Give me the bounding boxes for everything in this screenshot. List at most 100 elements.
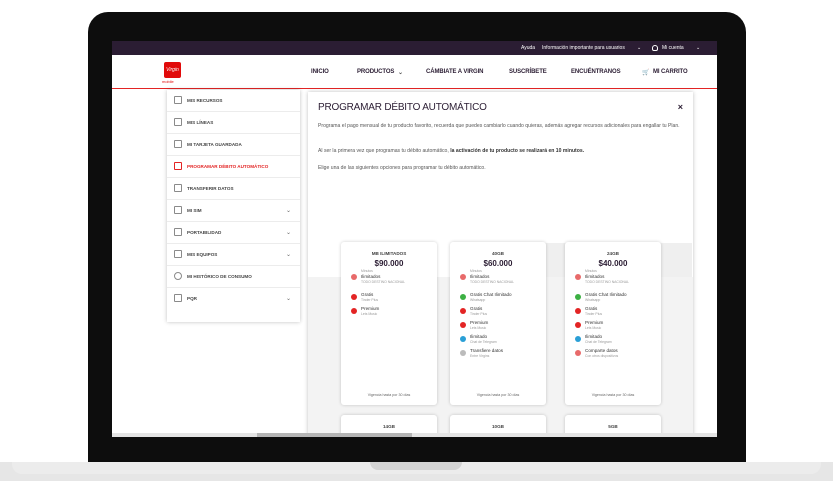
sidebar-item-label: MIS RECURSOS xyxy=(187,98,223,103)
sidebar-item-pqr[interactable]: PQR ⌄ xyxy=(167,288,300,310)
nav-productos[interactable]: PRODUCTOS xyxy=(357,69,394,75)
feature-tinder: Gratis Tinder Plus xyxy=(460,306,540,320)
sidebar-item-portabilidad[interactable]: PORTABILIDAD ⌄ xyxy=(167,222,300,244)
whatsapp-icon xyxy=(460,294,466,300)
plan-price: $60.000 xyxy=(483,259,513,268)
account-sidebar: MIS RECURSOS MIS LÍNEAS MI TARJETA GUARD… xyxy=(167,90,300,322)
telegram-icon xyxy=(460,336,466,342)
intro-text: Programa el pago mensual de tu producto … xyxy=(318,123,680,129)
nav-suscribete[interactable]: SUSCRÍBETE xyxy=(509,69,547,75)
nav-encuentranos[interactable]: ENCUÉNTRANOS xyxy=(571,69,621,75)
scrollbar-thumb[interactable] xyxy=(257,433,412,437)
help-link[interactable]: Ayuda xyxy=(521,45,535,51)
validity-text: Vigencia hasta por 30 días xyxy=(476,393,520,397)
account-chevron-icon: ⌄ xyxy=(696,45,701,51)
laptop-notch xyxy=(370,462,462,470)
sidebar-item-equipos[interactable]: MIS EQUIPOS ⌄ xyxy=(167,244,300,266)
plan-card[interactable]: 24GB $40.000 Minutos Ilimitados TODO DES… xyxy=(565,242,661,405)
feature-music: Premium Lets Music xyxy=(351,306,431,320)
sidebar-item-label: MI HISTÓRICO DE CONSUMO xyxy=(187,274,252,279)
plan-name: 5GB xyxy=(608,424,618,429)
feature-telegram: Ilimitado Chat de Telegram xyxy=(460,334,540,348)
resources-icon xyxy=(174,96,182,104)
sidebar-item-label: MIS LÍNEAS xyxy=(187,120,214,125)
flame-icon xyxy=(460,308,466,314)
user-icon xyxy=(652,45,658,51)
sidebar-item-tarjeta[interactable]: MI TARJETA GUARDADA xyxy=(167,134,300,156)
cart-icon: 🛒 xyxy=(642,70,650,76)
validity-text: Vigencia hasta por 30 días xyxy=(591,393,635,397)
phone-icon xyxy=(460,274,466,280)
chevron-down-icon: ⌄ xyxy=(285,252,291,258)
virgin-logo[interactable]: Virgin xyxy=(164,62,181,78)
feature-minutes: Minutos Ilimitados TODO DESTINO NACIONAL xyxy=(575,269,655,286)
plan-card[interactable]: 40GB $60.000 Minutos Ilimitados TODO DES… xyxy=(450,242,546,405)
feature-share: Comparte datos Con otros dispositivos xyxy=(575,348,655,362)
top-utility-bar: Ayuda Información importante para usuari… xyxy=(112,41,717,55)
sidebar-item-transferir[interactable]: TRANSFERIR DATOS xyxy=(167,178,300,200)
plan-name: 40GB xyxy=(491,251,504,256)
sim-icon xyxy=(174,206,182,214)
feature-music: Premium Lets Music xyxy=(575,320,655,334)
choose-option-text: Elige una de las siguientes opciones par… xyxy=(318,165,486,171)
flame-icon xyxy=(575,308,581,314)
phone-icon xyxy=(575,274,581,280)
feature-tinder: Gratis Tinder Plus xyxy=(575,306,655,320)
plan-price: $90.000 xyxy=(374,259,404,268)
nav-inicio[interactable]: INICIO xyxy=(311,69,329,75)
browser-screen: Ayuda Información importante para usuari… xyxy=(112,41,717,437)
productos-chevron-icon: ⌄ xyxy=(398,70,403,76)
portability-icon xyxy=(174,228,182,236)
music-icon xyxy=(460,322,466,328)
sidebar-item-recursos[interactable]: MIS RECURSOS xyxy=(167,90,300,112)
feature-music: Premium Lets Music xyxy=(460,320,540,334)
share-icon xyxy=(575,350,581,356)
transfer-icon xyxy=(460,350,466,356)
nav-carrito[interactable]: MI CARRITO xyxy=(653,69,688,75)
feature-tinder: Gratis Tinder Plus xyxy=(351,292,431,306)
sidebar-item-label: MIS EQUIPOS xyxy=(187,252,218,257)
chevron-down-icon: ⌄ xyxy=(285,208,291,214)
sidebar-item-label: PROGRAMAR DÉBITO AUTOMÁTICO xyxy=(187,164,269,169)
sidebar-item-lineas[interactable]: MIS LÍNEAS xyxy=(167,112,300,134)
nav-cambiate[interactable]: CÁMBIATE A VIRGIN xyxy=(426,69,484,75)
close-icon[interactable]: × xyxy=(678,102,683,112)
music-icon xyxy=(351,308,357,314)
plan-name: 10GB xyxy=(491,424,504,429)
chevron-down-icon: ⌄ xyxy=(285,230,291,236)
horizontal-scrollbar[interactable] xyxy=(112,433,717,437)
music-icon xyxy=(575,322,581,328)
phone-icon xyxy=(351,274,357,280)
sidebar-item-label: MI SIM xyxy=(187,208,202,213)
plan-price: $40.000 xyxy=(598,259,628,268)
chevron-down-icon: ⌄ xyxy=(285,296,291,302)
feature-transfer: Transfiere datos Entre Virgins xyxy=(460,348,540,362)
telegram-icon xyxy=(575,336,581,342)
plan-name: MB ILIMITADOS xyxy=(371,251,407,256)
transfer-icon xyxy=(174,184,182,192)
autopay-icon xyxy=(174,162,182,170)
whatsapp-icon xyxy=(575,294,581,300)
sidebar-item-historico[interactable]: MI HISTÓRICO DE CONSUMO xyxy=(167,266,300,288)
devices-icon xyxy=(174,250,182,258)
account-link[interactable]: Mi cuenta xyxy=(662,45,684,51)
sidebar-item-label: TRANSFERIR DATOS xyxy=(187,186,234,191)
main-nav: Virgin mobile INICIO PRODUCTOS ⌄ CÁMBIAT… xyxy=(112,55,717,89)
document-icon xyxy=(174,294,182,302)
plan-name: 14GB xyxy=(382,424,395,429)
feature-whatsapp: Gratis Chat Ilimitado Whatsapp xyxy=(575,292,655,306)
logo-subtitle: mobile xyxy=(162,79,174,84)
feature-minutes: Minutos Ilimitados TODO DESTINO NACIONAL xyxy=(460,269,540,286)
sidebar-item-sim[interactable]: MI SIM ⌄ xyxy=(167,200,300,222)
history-icon xyxy=(174,272,182,280)
feature-minutes: Minutos Ilimitados TODO DESTINO NACIONAL xyxy=(351,269,431,286)
important-info-link[interactable]: Información importante para usuarios xyxy=(542,45,625,51)
sidebar-item-label: PORTABILIDAD xyxy=(187,230,222,235)
page-title: PROGRAMAR DÉBITO AUTOMÁTICO xyxy=(318,102,487,113)
sidebar-item-debito[interactable]: PROGRAMAR DÉBITO AUTOMÁTICO xyxy=(167,156,300,178)
plan-card[interactable]: MB ILIMITADOS $90.000 Minutos Ilimitados… xyxy=(341,242,437,405)
phone-icon xyxy=(174,118,182,126)
info-chevron-icon: ⌄ xyxy=(637,45,642,51)
validity-text: Vigencia hasta por 30 días xyxy=(367,393,411,397)
card-icon xyxy=(174,140,182,148)
